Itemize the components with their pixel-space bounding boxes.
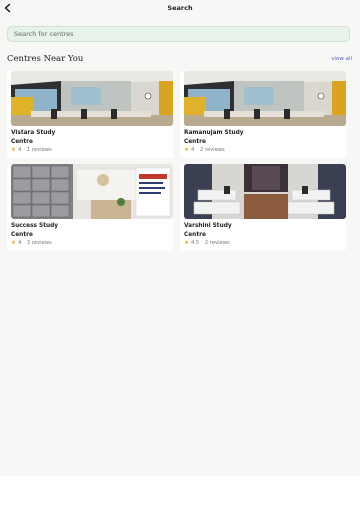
- centre-card[interactable]: Varshini Study Centre ★ 4.5 · 2 reviews: [180, 164, 346, 251]
- centre-name-line1: Success Study: [11, 223, 59, 229]
- centre-rating-row: ★ 4.5 · 2 reviews: [184, 240, 230, 246]
- rating-value: 4.5: [190, 240, 200, 246]
- centre-rating-row: ★ 4 · 1 reviews: [11, 147, 52, 153]
- centre-name-line1: Vistara Study: [11, 130, 56, 136]
- star-icon: ★: [184, 240, 189, 246]
- centre-name-line2: Centre: [184, 139, 206, 145]
- centre-rating-row: ★ 4 · 2 reviews: [184, 147, 225, 153]
- star-icon: ★: [11, 147, 16, 153]
- rating-value: 4: [17, 240, 22, 246]
- centre-card[interactable]: Success Study Centre ★ 4 · 3 reviews: [7, 164, 173, 251]
- centre-name-line1: Varshini Study: [184, 223, 232, 229]
- centre-name-line2: Centre: [11, 139, 33, 145]
- star-icon: ★: [184, 147, 189, 153]
- review-count: 1 reviews: [26, 147, 52, 153]
- review-count: 3 reviews: [26, 240, 52, 246]
- classroom-photo: [184, 71, 346, 126]
- bottom-area: [0, 476, 360, 512]
- main-content: Search Search for centres Centres Near Y…: [0, 0, 360, 476]
- review-count: 2 reviews: [199, 147, 225, 153]
- centre-name-line2: Centre: [184, 232, 206, 238]
- centre-name: Success Study Centre: [11, 222, 161, 240]
- separator-dot: ·: [196, 147, 198, 153]
- separator-dot: ·: [23, 147, 25, 153]
- classroom-photo: [11, 71, 173, 126]
- separator-dot: ·: [201, 240, 203, 246]
- top-bar: Search: [0, 0, 360, 18]
- centre-rating-row: ★ 4 · 3 reviews: [11, 240, 52, 246]
- search-input[interactable]: Search for centres: [7, 26, 350, 42]
- rating-value: 4: [190, 147, 195, 153]
- view-all-link[interactable]: view all: [331, 56, 352, 62]
- separator-dot: ·: [23, 240, 25, 246]
- review-count: 2 reviews: [204, 240, 230, 246]
- centre-name: Vistara Study Centre: [11, 129, 161, 147]
- centre-card[interactable]: Ramanujam Study Centre ★ 4 · 2 reviews: [180, 71, 346, 158]
- study-cubicles-photo: [184, 164, 346, 219]
- lockers-reception-photo: [11, 164, 173, 219]
- centre-name-line2: Centre: [11, 232, 33, 238]
- centre-card[interactable]: Vistara Study Centre ★ 4 · 1 reviews: [7, 71, 173, 158]
- centre-name: Ramanujam Study Centre: [184, 129, 334, 147]
- star-icon: ★: [11, 240, 16, 246]
- centre-name: Varshini Study Centre: [184, 222, 334, 240]
- app-screen: Search Search for centres Centres Near Y…: [0, 0, 360, 512]
- centre-name-line1: Ramanujam Study: [184, 130, 244, 136]
- section-title: Centres Near You: [7, 54, 84, 64]
- rating-value: 4: [17, 147, 22, 153]
- page-title: Search: [167, 4, 193, 12]
